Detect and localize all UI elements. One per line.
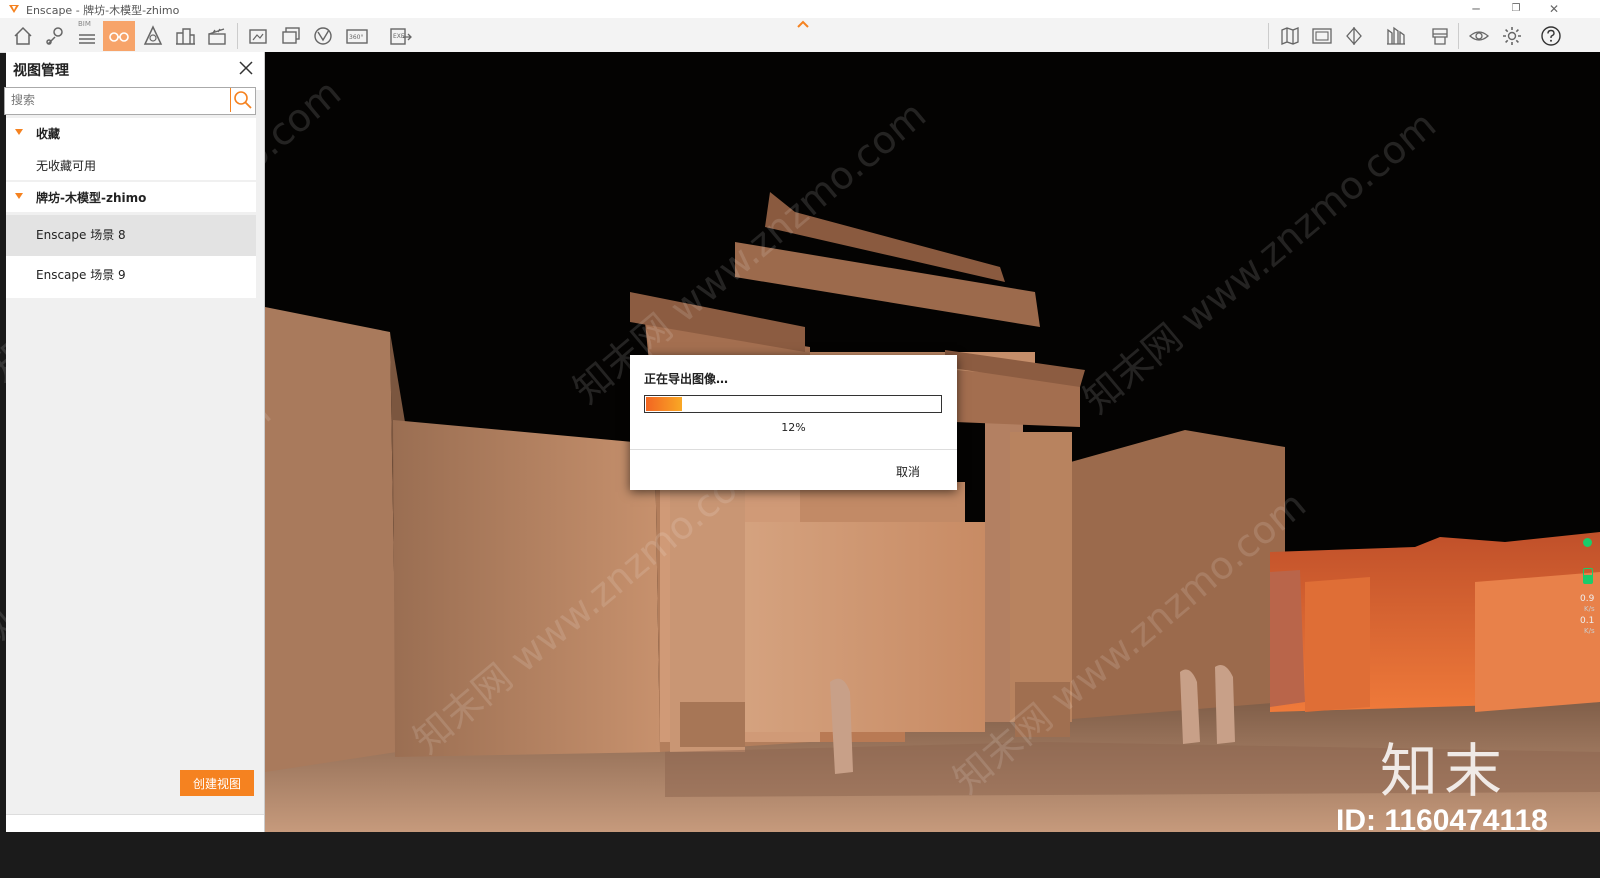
bim-info-icon xyxy=(1312,28,1332,44)
location-icon xyxy=(46,27,63,45)
panel-header: 视图管理 xyxy=(6,52,264,90)
export-exe-button[interactable]: EXE xyxy=(384,21,420,51)
search-box xyxy=(4,87,256,115)
batch-render-button[interactable] xyxy=(275,21,307,51)
dialog-divider xyxy=(630,449,957,450)
visual-settings-button[interactable] xyxy=(137,21,169,51)
settings-gear-icon xyxy=(1503,27,1521,45)
asset-library-button[interactable] xyxy=(1380,21,1412,51)
title-bar: Enscape - 牌坊-木模型-zhimo ─ ❐ ✕ xyxy=(0,0,1600,18)
help-icon xyxy=(1541,26,1561,46)
help-button[interactable] xyxy=(1535,21,1567,51)
group-label: 收藏 xyxy=(36,127,61,141)
dialog-title: 正在导出图像… xyxy=(644,372,729,386)
video-icon xyxy=(314,27,332,45)
export-progress-dialog: 正在导出图像… 12% 取消 xyxy=(630,355,957,490)
close-icon[interactable] xyxy=(238,60,254,76)
toolbar-separator xyxy=(237,23,238,49)
screenshot-button[interactable] xyxy=(242,21,274,51)
home-icon xyxy=(14,26,32,45)
view-management-button[interactable] xyxy=(103,21,135,51)
performance-indicators: 0.9 K/s 0.1 K/s xyxy=(1570,530,1600,650)
clapper-button[interactable] xyxy=(201,21,233,51)
buildings-button[interactable] xyxy=(169,21,201,51)
group-label: 牌坊-木模型-zhimo xyxy=(36,191,147,205)
create-view-button[interactable]: 创建视图 xyxy=(180,770,254,796)
screenshot-icon xyxy=(249,29,267,44)
bim-button[interactable]: BIM xyxy=(71,20,103,51)
batch-render-icon xyxy=(282,27,300,44)
search-button[interactable] xyxy=(230,88,255,112)
status-dot-icon xyxy=(1583,538,1592,547)
visibility-button[interactable] xyxy=(1463,21,1495,51)
bim-icon xyxy=(79,34,95,44)
split-view-icon xyxy=(1346,27,1362,45)
progress-bar xyxy=(644,395,942,413)
home-button[interactable] xyxy=(7,21,39,51)
toolbar-separator xyxy=(1458,23,1459,49)
settings-button[interactable] xyxy=(1496,21,1528,51)
eye-icon xyxy=(1469,31,1489,41)
taskbar-strip xyxy=(0,832,1600,878)
minimize-button[interactable]: ─ xyxy=(1456,0,1496,18)
panorama-label: 360° xyxy=(349,34,363,41)
search-input[interactable] xyxy=(5,88,235,112)
search-icon xyxy=(234,91,252,109)
download-value: 0.1 xyxy=(1580,616,1595,626)
panorama-button[interactable]: 360° xyxy=(340,21,376,51)
expand-triangle-icon[interactable] xyxy=(15,193,23,199)
cancel-button[interactable]: 取消 xyxy=(896,463,920,480)
split-view-button[interactable] xyxy=(1338,21,1370,51)
vr-headset-icon xyxy=(1432,28,1448,45)
panorama-icon: 360° xyxy=(346,29,368,44)
upload-unit: K/s xyxy=(1584,605,1595,613)
location-button[interactable] xyxy=(39,21,71,51)
video-button[interactable] xyxy=(307,21,339,51)
progress-percent: 12% xyxy=(781,421,806,434)
item-label: Enscape 场景 8 xyxy=(36,228,126,242)
visual-settings-icon xyxy=(143,25,163,45)
map-icon xyxy=(1281,27,1299,45)
item-label: 无收藏可用 xyxy=(36,159,97,173)
watermark-brand: 知末 xyxy=(1380,737,1509,805)
restore-button[interactable]: ❐ xyxy=(1496,0,1536,18)
view-item-scene-8[interactable]: Enscape 场景 8 xyxy=(6,215,256,256)
upload-value: 0.9 xyxy=(1580,594,1595,604)
window-title: Enscape - 牌坊-木模型-zhimo xyxy=(26,4,180,17)
item-label: Enscape 场景 9 xyxy=(36,268,126,282)
collapse-toolbar-chevron-icon[interactable] xyxy=(796,18,810,30)
export-exe-icon: EXE xyxy=(390,28,412,45)
enscape-logo-icon xyxy=(9,5,19,13)
download-unit: K/s xyxy=(1584,627,1595,635)
progress-fill xyxy=(646,397,682,411)
memory-gauge-icon xyxy=(1583,568,1593,584)
view-item-scene-9[interactable]: Enscape 场景 9 xyxy=(6,256,256,298)
vr-headset-button[interactable] xyxy=(1424,21,1456,51)
clapper-icon xyxy=(208,28,226,45)
bim-info-button[interactable] xyxy=(1306,21,1338,51)
buildings-icon xyxy=(176,28,195,45)
map-button[interactable] xyxy=(1274,21,1306,51)
close-window-button[interactable]: ✕ xyxy=(1534,0,1574,18)
asset-library-icon xyxy=(1387,26,1405,45)
tree-group-favorites[interactable]: 收藏 xyxy=(6,118,256,148)
expand-triangle-icon[interactable] xyxy=(15,129,23,135)
toolbar-separator xyxy=(1268,23,1269,49)
tree-group-project[interactable]: 牌坊-木模型-zhimo xyxy=(6,182,256,212)
list-item: 无收藏可用 xyxy=(6,148,256,180)
panel-title: 视图管理 xyxy=(13,63,69,79)
views-icon xyxy=(109,32,129,42)
